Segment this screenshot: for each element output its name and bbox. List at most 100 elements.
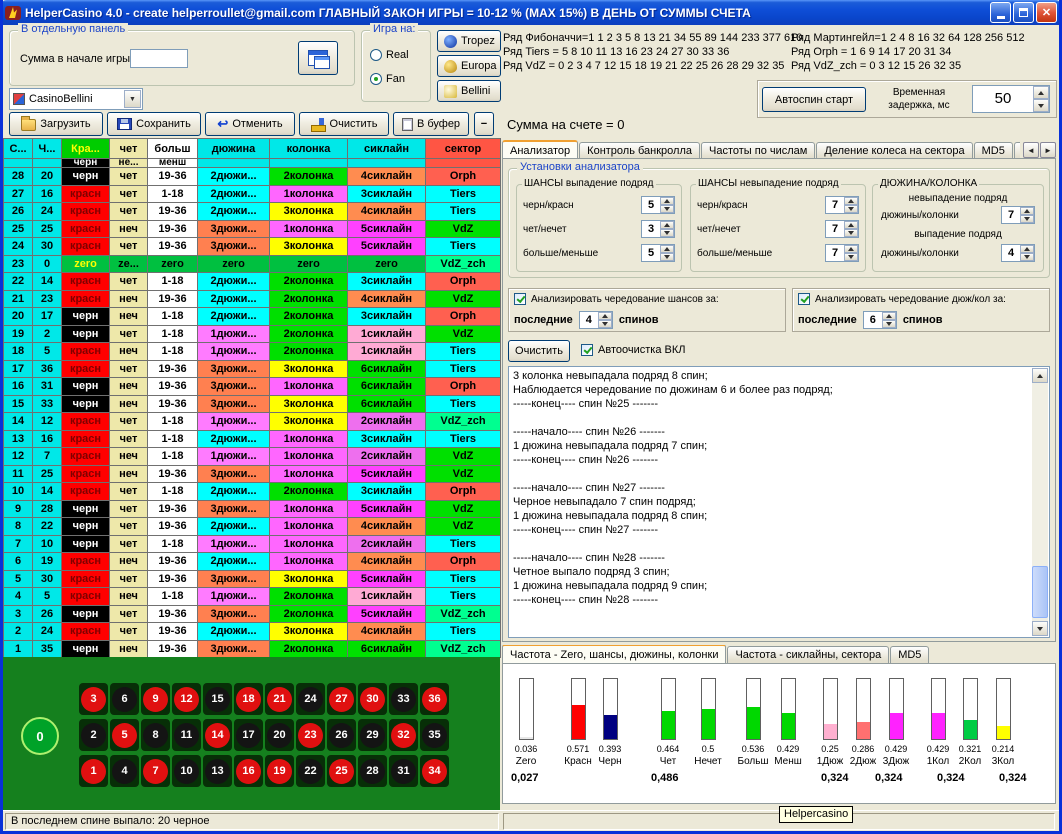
roulette-number[interactable]: 20 bbox=[267, 723, 292, 748]
roulette-number[interactable]: 8 bbox=[143, 723, 168, 748]
load-button[interactable]: Загрузить bbox=[9, 112, 103, 136]
scroll-down-button[interactable] bbox=[1032, 621, 1048, 636]
roulette-number[interactable]: 31 bbox=[391, 759, 416, 784]
clear-log-button[interactable]: Очистить bbox=[508, 340, 570, 362]
autoclean-checkbox[interactable] bbox=[581, 344, 593, 356]
radio-fan[interactable]: Fan bbox=[370, 73, 405, 85]
roulette-number[interactable]: 36 bbox=[422, 687, 447, 712]
roulette-number[interactable]: 18 bbox=[236, 687, 261, 712]
spinner-down-button[interactable] bbox=[882, 320, 896, 328]
roulette-number[interactable]: 26 bbox=[329, 723, 354, 748]
roulette-number[interactable]: 5 bbox=[112, 723, 137, 748]
black-red-miss-spinner[interactable]: 7 bbox=[825, 196, 859, 214]
casino-button-bellini[interactable]: Bellini bbox=[437, 80, 501, 102]
roulette-number[interactable]: 12 bbox=[174, 687, 199, 712]
casino-select[interactable]: CasinoBellini ▼ bbox=[9, 88, 143, 110]
roulette-number[interactable]: 23 bbox=[298, 723, 323, 748]
main-tab-0[interactable]: Анализатор bbox=[502, 140, 578, 159]
spinner-up-button[interactable] bbox=[598, 312, 612, 320]
roulette-number[interactable]: 10 bbox=[174, 759, 199, 784]
minimize-button[interactable] bbox=[990, 2, 1011, 23]
delay-spinner[interactable]: 50 bbox=[972, 85, 1050, 113]
scroll-up-button[interactable] bbox=[1032, 368, 1048, 383]
analyze-chances-checkbox[interactable] bbox=[514, 293, 526, 305]
main-tab-4[interactable]: MD5 bbox=[974, 142, 1013, 159]
last-spins-dozens-spinner[interactable]: 6 bbox=[863, 311, 897, 329]
maximize-button[interactable] bbox=[1013, 2, 1034, 23]
analyze-dozens-checkbox[interactable] bbox=[798, 293, 810, 305]
black-red-appear-spinner[interactable]: 5 bbox=[641, 196, 675, 214]
roulette-number[interactable]: 3 bbox=[81, 687, 106, 712]
roulette-number[interactable]: 11 bbox=[174, 723, 199, 748]
spinner-up-button[interactable] bbox=[844, 221, 858, 229]
save-button[interactable]: Сохранить bbox=[107, 112, 201, 136]
spinner-down-button[interactable] bbox=[660, 253, 674, 261]
main-tab-3[interactable]: Деление колеса на сектора bbox=[816, 142, 972, 159]
roulette-number[interactable]: 35 bbox=[422, 723, 447, 748]
to-buffer-button[interactable]: В буфер bbox=[393, 112, 469, 136]
spinner-up-button[interactable] bbox=[844, 245, 858, 253]
spinner-up-button[interactable] bbox=[660, 221, 674, 229]
spinner-down-button[interactable] bbox=[844, 205, 858, 213]
autoclean-toggle[interactable]: Автоочистка ВКЛ bbox=[581, 344, 685, 356]
freq-tab-1[interactable]: Частота - сиклайны, сектора bbox=[727, 646, 889, 663]
roulette-number[interactable]: 13 bbox=[205, 759, 230, 784]
roulette-number[interactable]: 1 bbox=[81, 759, 106, 784]
spinner-up-button[interactable] bbox=[1020, 245, 1034, 253]
roulette-number[interactable]: 30 bbox=[360, 687, 385, 712]
main-tab-5[interactable]: Ко bbox=[1014, 142, 1020, 159]
roulette-number[interactable]: 15 bbox=[205, 687, 230, 712]
roulette-number[interactable]: 29 bbox=[360, 723, 385, 748]
spinner-down-button[interactable] bbox=[844, 229, 858, 237]
roulette-number[interactable]: 9 bbox=[143, 687, 168, 712]
radio-real[interactable]: Real bbox=[370, 49, 409, 61]
even-odd-miss-spinner[interactable]: 7 bbox=[825, 220, 859, 238]
freq-tab-2[interactable]: MD5 bbox=[890, 646, 929, 663]
roulette-number[interactable]: 32 bbox=[391, 723, 416, 748]
spinner-down-button[interactable] bbox=[1020, 253, 1034, 261]
main-tab-1[interactable]: Контроль банкролла bbox=[579, 142, 700, 159]
spinner-up-button[interactable] bbox=[1020, 207, 1034, 215]
last-spins-chances-spinner[interactable]: 4 bbox=[579, 311, 613, 329]
roulette-number[interactable]: 27 bbox=[329, 687, 354, 712]
roulette-number[interactable]: 16 bbox=[236, 759, 261, 784]
roulette-number[interactable]: 2 bbox=[81, 723, 106, 748]
roulette-number[interactable]: 7 bbox=[143, 759, 168, 784]
spinner-up-button[interactable] bbox=[660, 245, 674, 253]
roulette-number[interactable]: 28 bbox=[360, 759, 385, 784]
roulette-number[interactable]: 4 bbox=[112, 759, 137, 784]
roulette-number[interactable]: 14 bbox=[205, 723, 230, 748]
dozen-column-miss-spinner[interactable]: 7 bbox=[1001, 206, 1035, 224]
dropdown-arrow-icon[interactable]: ▼ bbox=[124, 90, 141, 108]
roulette-zero[interactable]: 0 bbox=[21, 717, 59, 755]
roulette-number[interactable]: 22 bbox=[298, 759, 323, 784]
dozen-column-appear-spinner[interactable]: 4 bbox=[1001, 244, 1035, 262]
spinner-down-button[interactable] bbox=[660, 205, 674, 213]
even-odd-appear-spinner[interactable]: 3 bbox=[641, 220, 675, 238]
scroll-thumb[interactable] bbox=[1032, 566, 1048, 618]
undo-button[interactable]: ↩ Отменить bbox=[205, 112, 295, 136]
spinner-down-button[interactable] bbox=[1020, 215, 1034, 223]
spinner-down-button[interactable] bbox=[598, 320, 612, 328]
titlebar[interactable]: HelperCasino 4.0 - create helperroullet@… bbox=[0, 0, 1062, 25]
freq-tab-0[interactable]: Частота - Zero, шансы, дюжины, колонки bbox=[502, 645, 726, 663]
collapse-button[interactable]: − bbox=[474, 112, 494, 136]
roulette-number[interactable]: 19 bbox=[267, 759, 292, 784]
spinner-up-button[interactable] bbox=[660, 197, 674, 205]
roulette-number[interactable]: 25 bbox=[329, 759, 354, 784]
roulette-number[interactable]: 24 bbox=[298, 687, 323, 712]
casino-button-europa[interactable]: Europa bbox=[437, 55, 501, 77]
delay-up-button[interactable] bbox=[1033, 86, 1049, 99]
clear-table-button[interactable]: Очистить bbox=[299, 112, 389, 136]
spinner-down-button[interactable] bbox=[660, 229, 674, 237]
detach-panel-button[interactable] bbox=[298, 41, 338, 75]
high-low-miss-spinner[interactable]: 7 bbox=[825, 244, 859, 262]
close-button[interactable]: ✕ bbox=[1036, 2, 1057, 23]
roulette-number[interactable]: 33 bbox=[391, 687, 416, 712]
autospin-start-button[interactable]: Автоспин старт bbox=[762, 87, 866, 112]
start-sum-input[interactable] bbox=[130, 49, 188, 68]
analyzer-log[interactable]: 3 колонка невыпадала подряд 8 спин; Набл… bbox=[508, 366, 1050, 638]
log-scrollbar[interactable] bbox=[1032, 368, 1048, 636]
roulette-number[interactable]: 21 bbox=[267, 687, 292, 712]
delay-down-button[interactable] bbox=[1033, 99, 1049, 112]
